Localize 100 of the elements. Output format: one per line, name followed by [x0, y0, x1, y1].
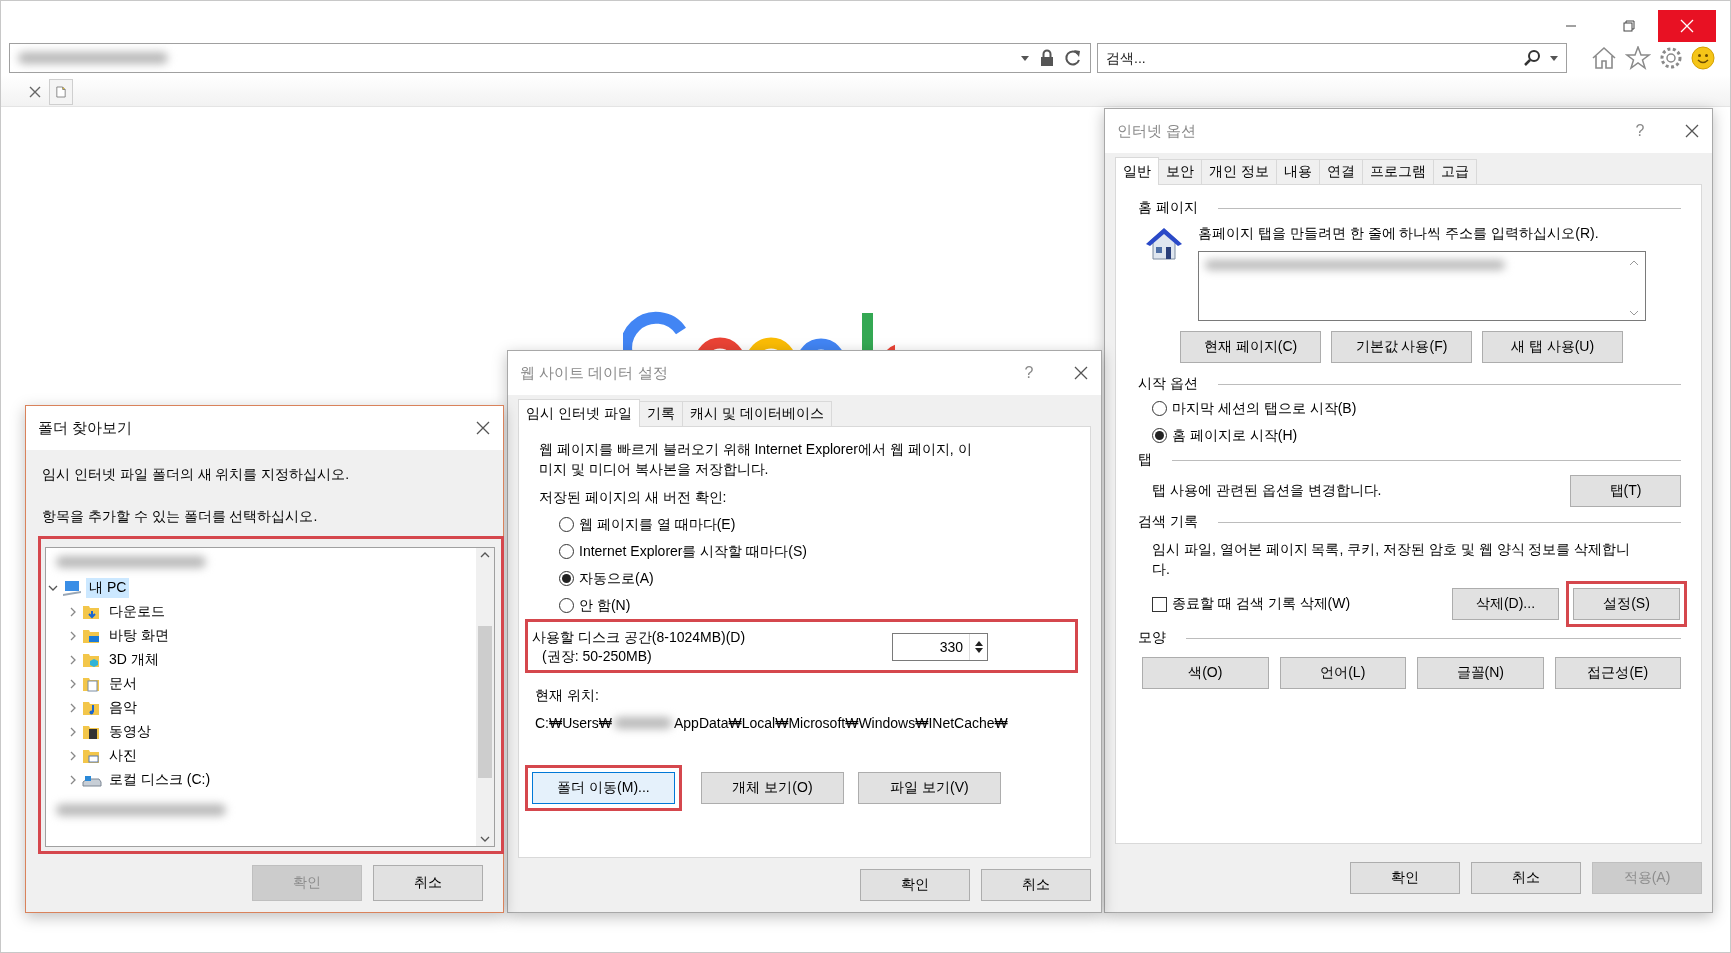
section-label: 저장된 페이지의 새 버전 확인: — [538, 488, 728, 507]
settings-icon[interactable] — [1659, 46, 1683, 70]
description-text: 탭 사용에 관련된 옵션을 변경합니다. — [1152, 482, 1382, 500]
button[interactable]: 언어(L) — [1279, 657, 1406, 689]
chevron-icon[interactable] — [68, 751, 78, 761]
button[interactable]: 글꼴(N) — [1417, 657, 1544, 689]
spin-up-icon[interactable] — [974, 641, 983, 646]
smiley-icon[interactable] — [1691, 46, 1715, 70]
tree-item[interactable]: 3D 개체 — [106, 650, 162, 670]
radio-button[interactable] — [559, 598, 574, 613]
folder-tree[interactable]: 내 PC 다운로드 바탕 화면 3D 개체 문서 음악 동영상 사진 로컬 디스크 (C:) — [45, 547, 495, 847]
computer-icon — [62, 579, 82, 597]
tree-item[interactable]: 내 PC — [86, 578, 130, 598]
chevron-icon[interactable] — [68, 631, 78, 641]
field-label: 현재 위치: — [535, 687, 600, 705]
refresh-icon[interactable] — [1064, 49, 1082, 67]
chevron-icon[interactable] — [68, 703, 78, 713]
folder-icon — [82, 675, 102, 693]
chevron-icon[interactable] — [68, 727, 78, 737]
radio-button[interactable] — [1152, 401, 1167, 416]
chevron-icon[interactable] — [68, 679, 78, 689]
button[interactable]: 취소 — [1471, 862, 1581, 894]
chevron-icon[interactable] — [68, 775, 78, 785]
scrollbar[interactable] — [476, 548, 494, 846]
tree-item[interactable]: 사진 — [106, 746, 140, 766]
button[interactable]: 확인 — [1350, 862, 1460, 894]
number-field[interactable]: 330 — [892, 633, 988, 661]
tab[interactable]: 고급 — [1432, 159, 1477, 184]
radio-button[interactable] — [559, 571, 574, 586]
scroll-up-icon[interactable] — [1629, 260, 1639, 266]
folder-icon — [82, 699, 102, 717]
chevron-icon[interactable] — [68, 607, 78, 617]
tree-item[interactable]: 바탕 화면 — [106, 626, 172, 646]
button[interactable]: 삭제(D)... — [1452, 588, 1559, 620]
folder-icon — [82, 627, 102, 645]
tab[interactable]: 일반 — [1115, 157, 1159, 185]
button[interactable]: 확인 — [860, 869, 970, 901]
search-field[interactable]: 검색... — [1097, 43, 1567, 73]
radio-label: 안 함(N) — [579, 596, 631, 615]
restore-icon — [1623, 20, 1635, 32]
star-icon[interactable] — [1625, 46, 1651, 70]
scroll-down-icon[interactable] — [1629, 310, 1639, 316]
help-button[interactable]: ? — [1015, 364, 1043, 382]
button[interactable]: 색(O) — [1142, 657, 1269, 689]
path-text: C:₩Users₩ — [535, 715, 612, 731]
tree-item[interactable]: 음악 — [106, 698, 140, 718]
section-heading: 모양 — [1138, 629, 1166, 647]
radio-button[interactable] — [559, 517, 574, 532]
hint-text: (권장: 50-250MB) — [541, 647, 653, 666]
tab[interactable]: 캐시 및 데이터베이스 — [681, 401, 832, 426]
tab[interactable]: 임시 인터넷 파일 — [518, 399, 640, 427]
button[interactable]: 기본값 사용(F) — [1331, 331, 1472, 363]
caret-icon — [1020, 53, 1030, 63]
chevron-icon[interactable] — [68, 655, 78, 665]
checkbox[interactable] — [1152, 596, 1167, 612]
button[interactable]: 탭(T) — [1570, 475, 1681, 507]
button[interactable]: 폴더 이동(M)... — [532, 772, 675, 804]
button[interactable]: 설정(S) — [1573, 588, 1680, 620]
chevron-icon[interactable] — [48, 583, 58, 593]
scroll-up-icon[interactable] — [480, 552, 490, 558]
button[interactable]: 개체 보기(O) — [701, 772, 844, 804]
button[interactable]: 접근성(E) — [1554, 657, 1681, 689]
dialog-title: 인터넷 옵션 — [1117, 121, 1198, 141]
button[interactable]: 취소 — [981, 869, 1091, 901]
instruction-text: 임시 인터넷 파일 폴더의 새 위치를 지정하십시오. — [41, 465, 351, 484]
scroll-down-icon[interactable] — [480, 836, 490, 842]
spin-down-icon[interactable] — [974, 648, 983, 653]
description-text: 임시 파일, 열어본 페이지 목록, 쿠키, 저장된 암호 및 웹 양식 정보를 삭제합니다. — [1151, 540, 1632, 579]
close-icon[interactable] — [1073, 365, 1089, 381]
dialog-title: 폴더 찾아보기 — [38, 418, 134, 438]
instruction-text: 항목을 추가할 수 있는 폴더를 선택하십시오. — [41, 508, 319, 526]
dialog-title: 웹 사이트 데이터 설정 — [520, 363, 669, 383]
close-icon[interactable] — [29, 85, 41, 98]
field-label: 사용할 디스크 공간(8-1024MB)(D) — [532, 628, 746, 647]
tree-item[interactable]: 다운로드 — [106, 602, 168, 622]
section-heading: 검색 기록 — [1138, 513, 1198, 531]
button[interactable]: 새 탭 사용(U) — [1482, 331, 1623, 363]
help-button[interactable]: ? — [1626, 122, 1654, 140]
address-field[interactable] — [9, 43, 1091, 73]
button[interactable]: 취소 — [373, 865, 483, 901]
search-icon[interactable] — [1523, 49, 1541, 67]
homepage-field[interactable] — [1198, 251, 1646, 321]
radio-button[interactable] — [1152, 428, 1167, 443]
radio-label: 홈 페이지로 시작(H) — [1172, 426, 1298, 445]
radio-button[interactable] — [559, 544, 574, 559]
button[interactable]: 현재 페이지(C) — [1180, 331, 1321, 363]
close-icon[interactable] — [475, 420, 491, 436]
lock-icon — [1040, 49, 1054, 67]
section-heading: 시작 옵션 — [1138, 375, 1198, 393]
section-heading: 홈 페이지 — [1138, 199, 1198, 217]
checkbox-label: 종료할 때 검색 기록 삭제(W) — [1172, 595, 1351, 613]
close-icon[interactable] — [1684, 123, 1700, 139]
tree-item[interactable]: 로컬 디스크 (C:) — [106, 770, 214, 790]
tree-item[interactable]: 동영상 — [106, 722, 154, 742]
blurred-text — [614, 717, 672, 729]
folder-icon — [82, 747, 102, 765]
button[interactable]: 파일 보기(V) — [858, 772, 1001, 804]
tree-item[interactable]: 문서 — [106, 674, 140, 694]
home-icon[interactable] — [1591, 46, 1617, 70]
caret-icon[interactable] — [1549, 53, 1559, 63]
